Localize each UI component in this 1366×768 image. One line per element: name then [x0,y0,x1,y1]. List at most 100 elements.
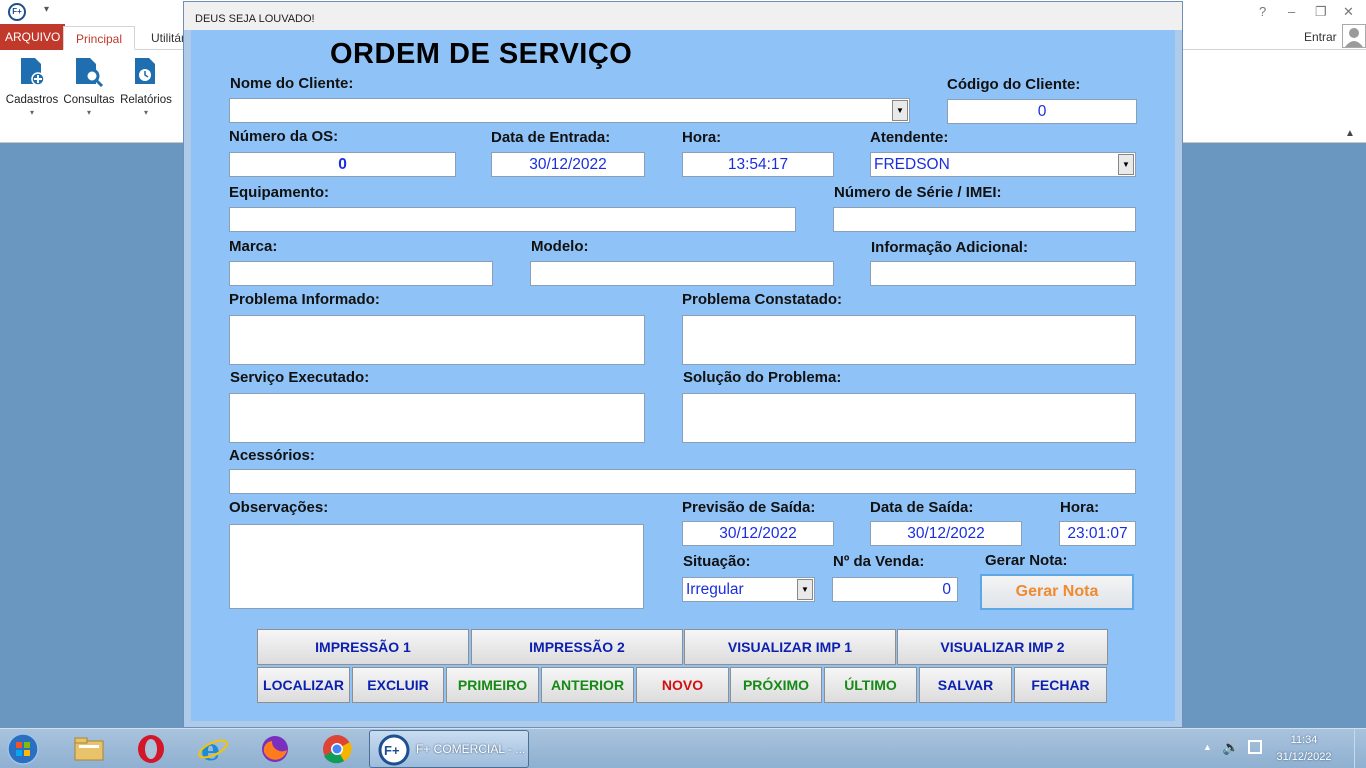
relatorios-label: Relatórios [120,94,172,106]
chevron-down-icon[interactable]: ▼ [892,100,908,121]
file-explorer-icon[interactable] [72,732,106,766]
chevron-down-icon[interactable]: ▼ [1118,154,1134,175]
problema-informado-textarea[interactable] [229,315,645,365]
tab-utilitarios[interactable]: Utilitários [140,26,186,50]
numero-serie-field[interactable] [833,207,1136,232]
clock-time[interactable]: 11:34 [1269,734,1339,746]
firefox-icon[interactable] [258,732,292,766]
equipamento-label: Equipamento: [229,184,329,201]
relatorios-button[interactable]: Relatórios ▾ [118,56,174,117]
cadastros-icon [21,58,45,86]
situacao-label: Situação: [683,553,751,570]
minimize-icon[interactable]: – [1288,4,1295,19]
data-saida-field[interactable]: 30/12/2022 [870,521,1022,546]
codigo-cliente-field[interactable]: 0 [947,99,1137,124]
problema-constatado-label: Problema Constatado: [682,291,843,308]
ultimo-button[interactable]: ÚLTIMO [824,667,917,703]
atendente-value: FREDSON [874,156,950,173]
hora-saida-field[interactable]: 23:01:07 [1059,521,1136,546]
data-entrada-label: Data de Entrada: [491,129,611,146]
numero-serie-label: Número de Série / IMEI: [834,184,1002,201]
tab-principal[interactable]: Principal [63,26,136,50]
numero-os-label: Número da OS: [229,128,339,145]
fechar-button[interactable]: FECHAR [1014,667,1107,703]
show-hidden-icons-icon[interactable]: ▲ [1203,742,1212,752]
taskbar-active-app-label: F+ COMERCIAL - ... [416,742,526,756]
anterior-button[interactable]: ANTERIOR [541,667,634,703]
situacao-value: Irregular [686,581,744,598]
tab-arquivo[interactable]: ARQUIVO [0,24,66,50]
proximo-button[interactable]: PRÓXIMO [730,667,822,703]
impressao-1-button[interactable]: IMPRESSÃO 1 [257,629,469,665]
situacao-select[interactable]: Irregular ▼ [682,577,815,602]
help-icon[interactable]: ? [1259,4,1266,19]
cadastros-label: Cadastros [5,94,59,106]
numero-venda-label: Nº da Venda: [833,553,925,570]
data-entrada-field[interactable]: 30/12/2022 [491,152,645,177]
consultas-icon [76,58,104,88]
opera-icon[interactable] [134,732,168,766]
nome-cliente-select[interactable]: ▼ [229,98,910,123]
restore-icon[interactable]: ❐ [1315,4,1327,20]
hora-entrada-field[interactable]: 13:54:17 [682,152,834,177]
marca-field[interactable] [229,261,493,286]
consultas-button[interactable]: Consultas ▾ [61,56,117,117]
acessorios-label: Acessórios: [229,447,315,464]
observacoes-label: Observações: [229,499,329,516]
modelo-label: Modelo: [531,238,589,255]
chevron-down-icon: ▾ [86,108,91,117]
gerar-nota-button[interactable]: Gerar Nota [980,574,1134,610]
problema-informado-label: Problema Informado: [229,291,380,308]
close-icon[interactable]: ✕ [1343,4,1354,20]
modelo-field[interactable] [530,261,834,286]
primeiro-button[interactable]: PRIMEIRO [446,667,539,703]
atendente-select[interactable]: FREDSON ▼ [870,152,1136,177]
gerar-nota-label: Gerar Nota: [985,552,1068,569]
excluir-button[interactable]: EXCLUIR [352,667,444,703]
problema-constatado-textarea[interactable] [682,315,1136,365]
visualizar-imp-1-button[interactable]: VISUALIZAR IMP 1 [684,629,896,665]
cadastros-button[interactable]: Cadastros ▾ [4,56,60,117]
hora-entrada-label: Hora: [682,129,722,146]
taskbar: e F+ F+ COMERCIAL - ... ▲ 🔊 11:34 31/12/… [0,728,1366,768]
info-adicional-label: Informação Adicional: [871,239,1028,256]
atendente-label: Atendente: [870,129,949,146]
collapse-ribbon-icon[interactable]: ▲ [1345,128,1355,139]
svg-text:e: e [201,733,220,766]
previsao-saida-field[interactable]: 30/12/2022 [682,521,834,546]
chevron-down-icon: ▾ [143,108,148,117]
clock-date[interactable]: 31/12/2022 [1269,751,1339,763]
solucao-problema-label: Solução do Problema: [683,369,842,386]
app-logo-icon: F+ [378,734,410,766]
show-desktop-button[interactable] [1354,729,1366,768]
previsao-saida-label: Previsão de Saída: [682,499,816,516]
volume-icon[interactable]: 🔊 [1222,739,1239,756]
chevron-down-icon[interactable]: ▼ [797,579,813,600]
numero-os-field[interactable]: 0 [229,152,456,177]
user-login-label[interactable]: Entrar [1304,30,1337,44]
equipamento-field[interactable] [229,207,796,232]
internet-explorer-icon[interactable]: e [196,732,230,768]
window-title: DEUS SEJA LOUVADO! [184,2,1182,30]
taskbar-active-app[interactable]: F+ F+ COMERCIAL - ... [369,730,529,768]
info-adicional-field[interactable] [870,261,1136,286]
observacoes-textarea[interactable] [229,524,644,609]
page-title: ORDEM DE SERVIÇO [330,38,633,70]
servico-executado-label: Serviço Executado: [230,369,370,386]
chrome-icon[interactable] [320,732,354,766]
servico-executado-textarea[interactable] [229,393,645,443]
localizar-button[interactable]: LOCALIZAR [257,667,350,703]
avatar[interactable] [1342,24,1366,48]
chevron-down-icon: ▾ [29,108,34,117]
solucao-problema-textarea[interactable] [682,393,1136,443]
numero-venda-field[interactable]: 0 [832,577,958,602]
novo-button[interactable]: NOVO [636,667,729,703]
impressao-2-button[interactable]: IMPRESSÃO 2 [471,629,683,665]
marca-label: Marca: [229,238,278,255]
visualizar-imp-2-button[interactable]: VISUALIZAR IMP 2 [897,629,1108,665]
acessorios-field[interactable] [229,469,1136,494]
windows-start-icon[interactable] [6,732,40,766]
quick-access-dropdown-icon[interactable]: ▾ [44,4,49,15]
network-icon[interactable] [1248,740,1262,754]
salvar-button[interactable]: SALVAR [919,667,1012,703]
